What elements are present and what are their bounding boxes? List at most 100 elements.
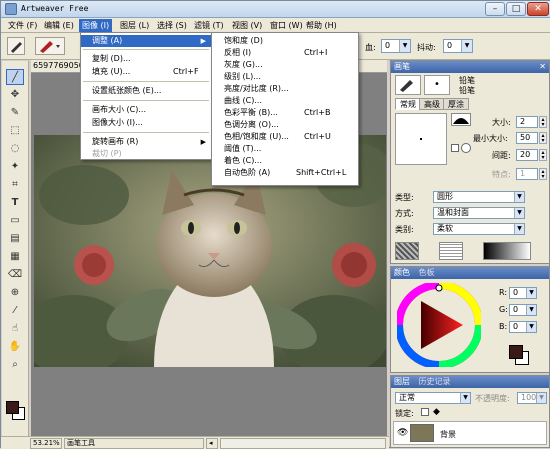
menu-item-fill[interactable]: 填充 (U)... Ctrl+F bbox=[81, 66, 211, 78]
menu-item-color-balance[interactable]: 色彩平衡 (B)... Ctrl+B bbox=[212, 107, 358, 119]
clone-tool-icon[interactable]: ⊕ bbox=[6, 285, 24, 301]
layer-blend-select[interactable]: 正常 ▼ bbox=[395, 392, 471, 404]
menu-item-duplicate[interactable]: 复制 (D)... bbox=[81, 53, 211, 65]
tab-general[interactable]: 常规 bbox=[395, 98, 421, 110]
size-spinner[interactable]: ▴ ▾ bbox=[539, 116, 547, 128]
opacity-field[interactable]: 100 ▼ bbox=[517, 392, 547, 404]
eyedropper-tool-icon[interactable]: ⁄ bbox=[6, 303, 24, 319]
menu-item-canvas-size[interactable]: 画布大小 (C)... bbox=[81, 104, 211, 116]
lock-pixels-icon[interactable]: ◆ bbox=[433, 407, 440, 417]
menu-item-adjust[interactable]: 调整 (A) ▶ bbox=[81, 35, 211, 47]
menu-item-invert[interactable]: 反相 (I) Ctrl+I bbox=[212, 47, 358, 59]
menu-layer[interactable]: 图层 (L) bbox=[117, 19, 152, 32]
menu-item-levels[interactable]: 级别 (L)... bbox=[212, 71, 358, 83]
color-wheel[interactable] bbox=[397, 283, 481, 367]
menu-image[interactable]: 图像 (I) bbox=[79, 19, 113, 32]
shape-tool-icon[interactable]: ▭ bbox=[6, 213, 24, 229]
menu-item-saturation[interactable]: 饱和度 (D) bbox=[212, 35, 358, 47]
maximize-button[interactable]: □ bbox=[506, 2, 526, 16]
menu-item-rotate-canvas[interactable]: 旋转画布 (R) ▶ bbox=[81, 136, 211, 148]
brush-preset-thumb[interactable] bbox=[395, 75, 421, 95]
layer-row[interactable]: 👁 背景 bbox=[393, 421, 547, 445]
type-select[interactable]: 圆形 ▼ bbox=[433, 191, 525, 203]
menu-window[interactable]: 窗口 (W) bbox=[267, 19, 306, 32]
menu-item-image-size[interactable]: 图像大小 (I)... bbox=[81, 117, 211, 129]
layer-thumbnail bbox=[410, 424, 434, 442]
zoom-tool-icon[interactable]: ⌕ bbox=[6, 357, 24, 373]
menu-item-hue-saturation[interactable]: 色相/饱和度 (U)... Ctrl+U bbox=[212, 131, 358, 143]
menu-item-threshold[interactable]: 阈值 (T)... bbox=[212, 143, 358, 155]
panel-fg-swatch[interactable] bbox=[509, 345, 523, 359]
min-size-field[interactable]: 50 bbox=[516, 132, 538, 144]
menu-item-brightness-contrast[interactable]: 亮度/对比度 (R)... bbox=[212, 83, 358, 95]
menu-edit[interactable]: 编辑 (E) bbox=[41, 19, 77, 32]
r-field[interactable]: 0 ▼ bbox=[509, 287, 537, 299]
tab-swatches[interactable]: 色板 bbox=[419, 268, 435, 277]
texture-preview-1[interactable] bbox=[395, 242, 419, 260]
jitter-value-field[interactable]: 0 ▼ bbox=[443, 39, 473, 53]
gradient-preview[interactable] bbox=[483, 242, 531, 260]
text-tool-icon[interactable]: T bbox=[6, 195, 24, 211]
spacing-field[interactable]: 20 bbox=[516, 149, 538, 161]
blend-value-field[interactable]: 0 ▼ bbox=[381, 39, 411, 53]
menu-item-paper-color[interactable]: 设置纸张颜色 (E)... bbox=[81, 85, 211, 97]
tool-preset-icon[interactable] bbox=[7, 37, 25, 55]
clock-icon bbox=[461, 143, 471, 153]
brush-shape-button[interactable] bbox=[451, 113, 471, 126]
chevron-down-icon: ▼ bbox=[460, 393, 470, 403]
hand-tool-icon[interactable]: ✋ bbox=[6, 339, 24, 355]
chevron-down-icon: ▼ bbox=[526, 305, 536, 315]
status-scroll-left[interactable]: ◂ bbox=[206, 438, 218, 449]
spacing-spinner[interactable]: ▴ ▾ bbox=[539, 149, 547, 161]
b-field[interactable]: 0 ▼ bbox=[509, 321, 537, 333]
tab-layers[interactable]: 图层 bbox=[394, 377, 410, 386]
close-icon[interactable]: ✕ bbox=[539, 61, 546, 73]
texture-preview-2[interactable] bbox=[439, 242, 463, 260]
lock-transparency-checkbox[interactable] bbox=[421, 408, 429, 416]
title-bar[interactable]: Artweaver Free – □ ✕ bbox=[1, 1, 550, 18]
menu-item-curves[interactable]: 曲线 (C)... bbox=[212, 95, 358, 107]
brush-tool-icon[interactable]: ╱ bbox=[6, 69, 24, 85]
app-window: Artweaver Free – □ ✕ 文件 (F) 编辑 (E) 图像 (I… bbox=[0, 0, 550, 449]
tab-color[interactable]: 颜色 bbox=[394, 268, 410, 277]
tab-impasto[interactable]: 厚涂 bbox=[443, 98, 469, 110]
menu-item-grayscale[interactable]: 灰度 (G)... bbox=[212, 59, 358, 71]
menu-item-auto-levels[interactable]: 自动色阶 (A) Shift+Ctrl+L bbox=[212, 167, 358, 179]
menu-select[interactable]: 选择 (S) bbox=[154, 19, 190, 32]
tab-advanced[interactable]: 高级 bbox=[419, 98, 445, 110]
minimize-button[interactable]: – bbox=[485, 2, 505, 16]
foreground-color-swatch[interactable] bbox=[6, 401, 19, 414]
brush-preset-picker[interactable] bbox=[35, 37, 65, 55]
menu-item-colorize[interactable]: 着色 (C)... bbox=[212, 155, 358, 167]
menu-item-posterize[interactable]: 色调分离 (O)... bbox=[212, 119, 358, 131]
pencil-tool-icon[interactable]: ✎ bbox=[6, 105, 24, 121]
close-button[interactable]: ✕ bbox=[527, 2, 549, 16]
menu-file[interactable]: 文件 (F) bbox=[5, 19, 40, 32]
gradient-tool-icon[interactable]: ▦ bbox=[6, 249, 24, 265]
size-field[interactable]: 2 bbox=[516, 116, 538, 128]
eraser-tool-icon[interactable]: ⌫ bbox=[6, 267, 24, 283]
smudge-tool-icon[interactable]: ☝ bbox=[6, 321, 24, 337]
brush-size-thumb[interactable]: • bbox=[424, 75, 450, 95]
lasso-tool-icon[interactable]: ◌ bbox=[6, 141, 24, 157]
feature-field[interactable]: 1 bbox=[516, 168, 538, 180]
pressure-toggle-icon[interactable] bbox=[451, 144, 459, 152]
menu-filter[interactable]: 滤镜 (T) bbox=[191, 19, 227, 32]
eye-icon[interactable]: 👁 bbox=[397, 428, 408, 438]
menu-help[interactable]: 帮助 (H) bbox=[303, 19, 340, 32]
magic-wand-tool-icon[interactable]: ✦ bbox=[6, 159, 24, 175]
feature-spinner[interactable]: ▴ ▾ bbox=[539, 168, 547, 180]
min-size-spinner[interactable]: ▴ ▾ bbox=[539, 132, 547, 144]
fill-tool-icon[interactable]: ▤ bbox=[6, 231, 24, 247]
g-field[interactable]: 0 ▼ bbox=[509, 304, 537, 316]
g-label: G: bbox=[499, 305, 508, 314]
jitter-label: 抖动: bbox=[417, 43, 436, 52]
move-tool-icon[interactable]: ✥ bbox=[6, 87, 24, 103]
tab-history[interactable]: 历史记录 bbox=[419, 377, 451, 386]
category-select[interactable]: 柔软 ▼ bbox=[433, 223, 525, 235]
horizontal-scrollbar[interactable] bbox=[220, 438, 386, 449]
menu-view[interactable]: 视图 (V) bbox=[229, 19, 265, 32]
crop-tool-icon[interactable]: ⌗ bbox=[6, 177, 24, 193]
rect-select-tool-icon[interactable]: ⬚ bbox=[6, 123, 24, 139]
mode-select[interactable]: 温和封面 ▼ bbox=[433, 207, 525, 219]
